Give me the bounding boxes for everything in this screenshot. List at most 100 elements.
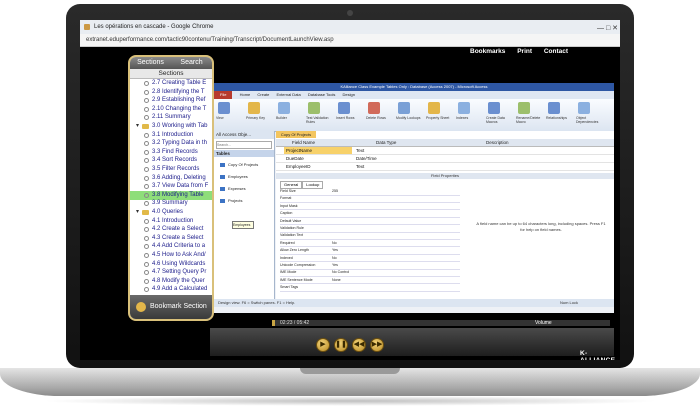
contact-link[interactable]: Contact: [544, 48, 568, 55]
property-row[interactable]: Validation Text: [280, 233, 460, 240]
bookmark-section-button[interactable]: Bookmark Section: [130, 295, 212, 319]
property-row[interactable]: Input Mask: [280, 204, 460, 211]
ribbon-tab-home[interactable]: Home: [240, 92, 251, 97]
address-bar[interactable]: extranet.eduperformance.com/tactic90cont…: [80, 34, 620, 47]
ribbon-button-label: Relationships: [546, 116, 568, 120]
progress-fill: [272, 320, 276, 326]
status-circle-icon: [144, 201, 149, 207]
laptop-shadow: [40, 396, 660, 406]
data-type-cell[interactable]: Text: [356, 147, 364, 154]
property-row[interactable]: IME Sentence Mode None: [280, 278, 460, 285]
property-value[interactable]: 255: [332, 189, 338, 195]
property-value[interactable]: No: [332, 256, 337, 262]
nav-table-item[interactable]: Employees: [220, 173, 270, 181]
ribbon-button-icon[interactable]: [578, 102, 590, 114]
tab-search[interactable]: Search: [171, 57, 212, 69]
section-item[interactable]: 4.9 Add a Calculated: [130, 285, 212, 294]
ribbon-button-icon[interactable]: [278, 102, 290, 114]
nav-pane-header[interactable]: All Access Obje...: [214, 131, 274, 139]
bookmarks-link[interactable]: Bookmarks: [470, 48, 505, 55]
status-circle-icon: [144, 81, 149, 86]
ribbon-button-label: Create Data Macros: [486, 116, 505, 124]
status-circle-icon: [144, 192, 149, 198]
volume-label: Volume: [535, 320, 552, 326]
rewind-button[interactable]: ◀◀: [352, 338, 366, 352]
nav-table-item[interactable]: Projects: [220, 197, 270, 205]
property-row[interactable]: Field Size 255: [280, 189, 460, 196]
ribbon-tab-design[interactable]: Design: [343, 92, 355, 97]
property-value[interactable]: No: [332, 241, 337, 247]
field-row[interactable]: EmployeeID Text: [276, 163, 614, 171]
status-circle-icon: [144, 227, 149, 233]
ribbon-button-icon[interactable]: [248, 102, 260, 114]
status-circle-icon: [144, 270, 149, 276]
property-value[interactable]: Yes: [332, 248, 338, 254]
property-row[interactable]: Caption: [280, 211, 460, 218]
field-row[interactable]: ProjectName Text: [276, 147, 614, 155]
ribbon-button-icon[interactable]: [218, 102, 230, 114]
ribbon-button-icon[interactable]: [338, 102, 350, 114]
volume-control[interactable]: Volume: [535, 320, 595, 326]
data-type-cell[interactable]: Date/Time: [356, 155, 377, 162]
col-data-type: Data Type: [376, 140, 397, 145]
property-row[interactable]: Smart Tags: [280, 285, 460, 292]
property-name: Format: [280, 196, 292, 201]
ribbon-button-icon[interactable]: [398, 102, 410, 114]
tab-sections[interactable]: Sections: [130, 57, 171, 69]
tooltip: Employees: [232, 221, 254, 229]
status-circle-icon: [144, 287, 149, 293]
ribbon-button-label: Insert Rows: [336, 116, 355, 120]
ribbon-tab-external-data[interactable]: External Data: [277, 92, 301, 97]
ribbon-button-icon[interactable]: [308, 102, 320, 114]
ribbon-button-icon[interactable]: [458, 102, 470, 114]
address-url: extranet.eduperformance.com/tactic90cont…: [86, 37, 334, 43]
field-name-cell[interactable]: DueDate: [284, 155, 352, 162]
section-label: 4.9 Add a Calculated: [152, 286, 208, 293]
property-row[interactable]: Default Value: [280, 219, 460, 226]
panel-tabs: Sections Search: [130, 57, 212, 69]
property-row[interactable]: Allow Zero Length Yes: [280, 248, 460, 255]
property-value[interactable]: None: [332, 278, 341, 284]
status-circle-icon: [144, 253, 149, 258]
status-circle-icon: [144, 278, 149, 284]
nav-group-tables[interactable]: Tables: [214, 150, 274, 157]
field-row[interactable]: DueDate Date/Time: [276, 155, 614, 163]
time-readout: 02:23 / 05:42: [280, 320, 310, 326]
ribbon-button-icon[interactable]: [518, 102, 530, 114]
field-name-cell[interactable]: EmployeeID: [284, 163, 352, 170]
property-name: Input Mask: [280, 203, 298, 208]
ribbon-button-label: Builder: [276, 116, 287, 120]
ribbon-tab-database-tools[interactable]: Database Tools: [308, 92, 336, 97]
property-value[interactable]: Yes: [332, 263, 338, 269]
property-row[interactable]: Required No: [280, 241, 460, 248]
nav-table-item[interactable]: Expenses: [220, 185, 270, 193]
field-name-cell[interactable]: ProjectName: [284, 147, 352, 154]
tab-general[interactable]: General: [280, 181, 303, 189]
document-tab[interactable]: Copy Of Projects: [276, 131, 316, 138]
print-link[interactable]: Print: [517, 48, 532, 55]
property-row[interactable]: Format: [280, 196, 460, 203]
ribbon-tab-file[interactable]: File: [214, 91, 233, 99]
status-circle-icon: [144, 98, 149, 104]
play-button[interactable]: ▶: [316, 338, 330, 352]
property-row[interactable]: Indexed No: [280, 256, 460, 263]
ribbon-button-icon[interactable]: [428, 102, 440, 114]
ribbon-button-icon[interactable]: [548, 102, 560, 114]
data-type-cell[interactable]: Text: [356, 163, 364, 170]
forward-button[interactable]: ▶▶: [370, 338, 384, 352]
property-row[interactable]: Validation Rule: [280, 226, 460, 233]
property-value[interactable]: No Control: [332, 270, 349, 276]
top-nav: Bookmarks Print Contact: [470, 47, 620, 57]
ribbon-button-icon[interactable]: [368, 102, 380, 114]
ribbon-button-icon[interactable]: [488, 102, 500, 114]
table-icon: [220, 175, 225, 179]
property-name: Smart Tags: [280, 285, 299, 290]
nav-search-input[interactable]: Search...: [216, 141, 272, 149]
property-row[interactable]: Unicode Compression Yes: [280, 263, 460, 270]
property-row[interactable]: IME Mode No Control: [280, 270, 460, 277]
status-circle-icon: [144, 132, 149, 138]
tab-lookup[interactable]: Lookup: [302, 181, 324, 189]
ribbon-tab-create[interactable]: Create: [257, 92, 269, 97]
pause-button[interactable]: ❚❚: [334, 338, 348, 352]
nav-table-item[interactable]: Copy Of Projects: [220, 161, 270, 169]
